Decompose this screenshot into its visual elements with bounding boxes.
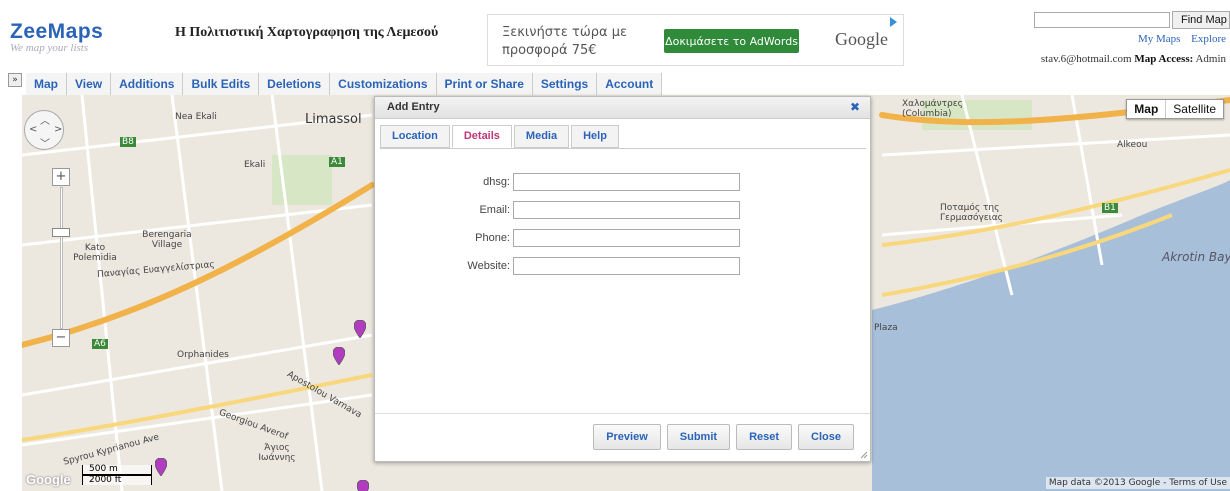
map-label-agios-ioannis: Άγιος Ιωάννης: [258, 443, 296, 463]
zoom-out-button[interactable]: −: [52, 329, 70, 347]
map-type-map-button[interactable]: Map: [1127, 100, 1167, 118]
menu-settings[interactable]: Settings: [532, 73, 598, 95]
menu-items: Map View Additions Bulk Edits Deletions Custo…: [26, 73, 663, 95]
scale-metric: 500 m: [82, 465, 152, 475]
map-label-plaza: Plaza: [874, 323, 898, 333]
explore-link[interactable]: Explore: [1191, 33, 1226, 45]
pan-control[interactable]: ︿ ﹀ < >: [24, 110, 64, 150]
map-marker-pin[interactable]: [155, 458, 167, 476]
field-label: Website:: [467, 260, 510, 272]
pan-up-icon[interactable]: ︿: [40, 112, 50, 127]
dialog-tabs: Location Details Media Help: [380, 125, 621, 148]
menu-bulk-edits[interactable]: Bulk Edits: [183, 73, 260, 95]
form-row: dhsg:: [375, 173, 870, 193]
field-input-phone[interactable]: [513, 229, 740, 247]
map-type-satellite-button[interactable]: Satellite: [1166, 100, 1223, 118]
map-marker-pin[interactable]: [333, 347, 345, 365]
field-label: Phone:: [475, 232, 510, 244]
tab-divider: [380, 148, 866, 149]
form-row: Website:: [375, 257, 870, 277]
my-maps-link[interactable]: My Maps: [1138, 33, 1180, 45]
find-map-input[interactable]: [1034, 12, 1170, 28]
road-badge-a1: A1: [329, 157, 345, 167]
adwords-button[interactable]: Δοκιμάσετε το AdWords: [664, 29, 799, 53]
zeemaps-logo[interactable]: ZeeMaps We map your lists: [10, 20, 103, 54]
map-label-xalomandres: Χαλομάντρες (Columbia): [902, 99, 963, 119]
logo-text: ZeeMaps: [10, 20, 104, 43]
google-map-logo[interactable]: Google: [26, 472, 71, 487]
zoom-in-button[interactable]: +: [52, 168, 70, 186]
dialog-title: Add Entry: [387, 101, 440, 113]
map-label-kato-polemidia: Kato Polemidia: [73, 243, 117, 263]
close-button[interactable]: Close: [798, 424, 854, 450]
user-info: stav.6@hotmail.com Map Access: Admin: [1041, 53, 1226, 65]
tab-help[interactable]: Help: [571, 125, 619, 148]
google-ad-logo: Google: [835, 29, 888, 49]
map-marker-pin[interactable]: [357, 480, 369, 491]
menu-customizations[interactable]: Customizations: [330, 73, 437, 95]
map-access-value: Admin: [1195, 53, 1226, 65]
map-attribution[interactable]: Map data ©2013 Google - Terms of Use: [1045, 477, 1230, 489]
menu-bar: » Map View Additions Bulk Edits Deletions Cus…: [0, 73, 1230, 95]
user-email: stav.6@hotmail.com: [1040, 53, 1132, 65]
map-access-label: Map Access:: [1134, 53, 1194, 65]
menu-account[interactable]: Account: [597, 73, 663, 95]
submit-button[interactable]: Submit: [666, 424, 731, 450]
menu-deletions[interactable]: Deletions: [259, 73, 331, 95]
road-badge-b8: B8: [120, 137, 136, 147]
reset-button[interactable]: Reset: [736, 424, 793, 450]
close-icon[interactable]: ✖: [850, 100, 860, 114]
pan-left-icon[interactable]: <: [29, 124, 37, 135]
adwords-banner[interactable]: Ξεκινήστε τώρα με προσφορά 75€ Δοκιμάσετ…: [487, 14, 904, 66]
menu-map[interactable]: Map: [26, 73, 67, 95]
app-root: ZeeMaps We map your lists Η Πολιτιστική …: [0, 0, 1230, 491]
field-input-website[interactable]: [513, 257, 740, 275]
map-label-akrotin-bay: Akrotin Bay: [1162, 250, 1230, 264]
field-input-dhsg[interactable]: [513, 173, 740, 191]
map-label-limassol: Limassol: [305, 112, 362, 127]
map-marker-pin[interactable]: [354, 320, 366, 338]
dialog-buttons: Preview Submit Reset Close: [587, 424, 854, 450]
add-entry-dialog: Add Entry ✖ Location Details Media Help dhs…: [374, 96, 871, 462]
map-scale: 500 m 2000 ft: [82, 465, 152, 485]
map-type-control: Map Satellite: [1126, 99, 1224, 119]
dialog-header[interactable]: Add Entry ✖: [375, 97, 870, 119]
tab-details[interactable]: Details: [451, 125, 512, 148]
field-label: dhsg:: [483, 176, 510, 188]
menu-view[interactable]: View: [67, 73, 112, 95]
form-row: Email:: [375, 201, 870, 221]
form-row: Phone:: [375, 229, 870, 249]
expand-panel-icon[interactable]: »: [8, 73, 22, 87]
pan-right-icon[interactable]: >: [54, 124, 62, 135]
map-label-berengaria: Berengaria Village: [142, 230, 192, 250]
map-label-orphanides: Orphanides: [177, 350, 229, 360]
find-map-button[interactable]: Find Map: [1172, 11, 1230, 29]
road-badge-b1: B1: [1102, 203, 1118, 213]
tab-media[interactable]: Media: [513, 125, 570, 148]
ad-text: Ξεκινήστε τώρα με προσφορά 75€: [502, 25, 627, 58]
scale-imperial: 2000 ft: [82, 475, 152, 485]
map-label-ekali: Ekali: [244, 160, 266, 170]
map-label-potamos: Ποταμός της Γερμασόγειας: [940, 203, 1003, 223]
menu-print-or-share[interactable]: Print or Share: [436, 73, 533, 95]
tab-location[interactable]: Location: [380, 125, 450, 148]
preview-button[interactable]: Preview: [593, 424, 661, 450]
resize-handle-icon[interactable]: [858, 449, 868, 459]
top-links: My Maps Explore: [1130, 33, 1226, 45]
pan-down-icon[interactable]: ﹀: [40, 135, 50, 150]
adchoices-icon[interactable]: [890, 17, 897, 27]
road-badge-a6: A6: [92, 339, 108, 349]
zoom-slider-handle[interactable]: [52, 228, 70, 237]
field-input-email[interactable]: [513, 201, 740, 219]
dialog-footer: Preview Submit Reset Close: [375, 413, 870, 461]
field-label: Email:: [479, 204, 510, 216]
menu-additions[interactable]: Additions: [111, 73, 184, 95]
map-title: Η Πολιτιστική Χαρτογραφηση της Λεμεσού: [175, 25, 439, 40]
zoom-slider-track[interactable]: [60, 187, 63, 329]
map-label-nea-ekali: Nea Ekali: [175, 112, 217, 122]
map-label-alkeou: Alkeou: [1117, 140, 1148, 150]
